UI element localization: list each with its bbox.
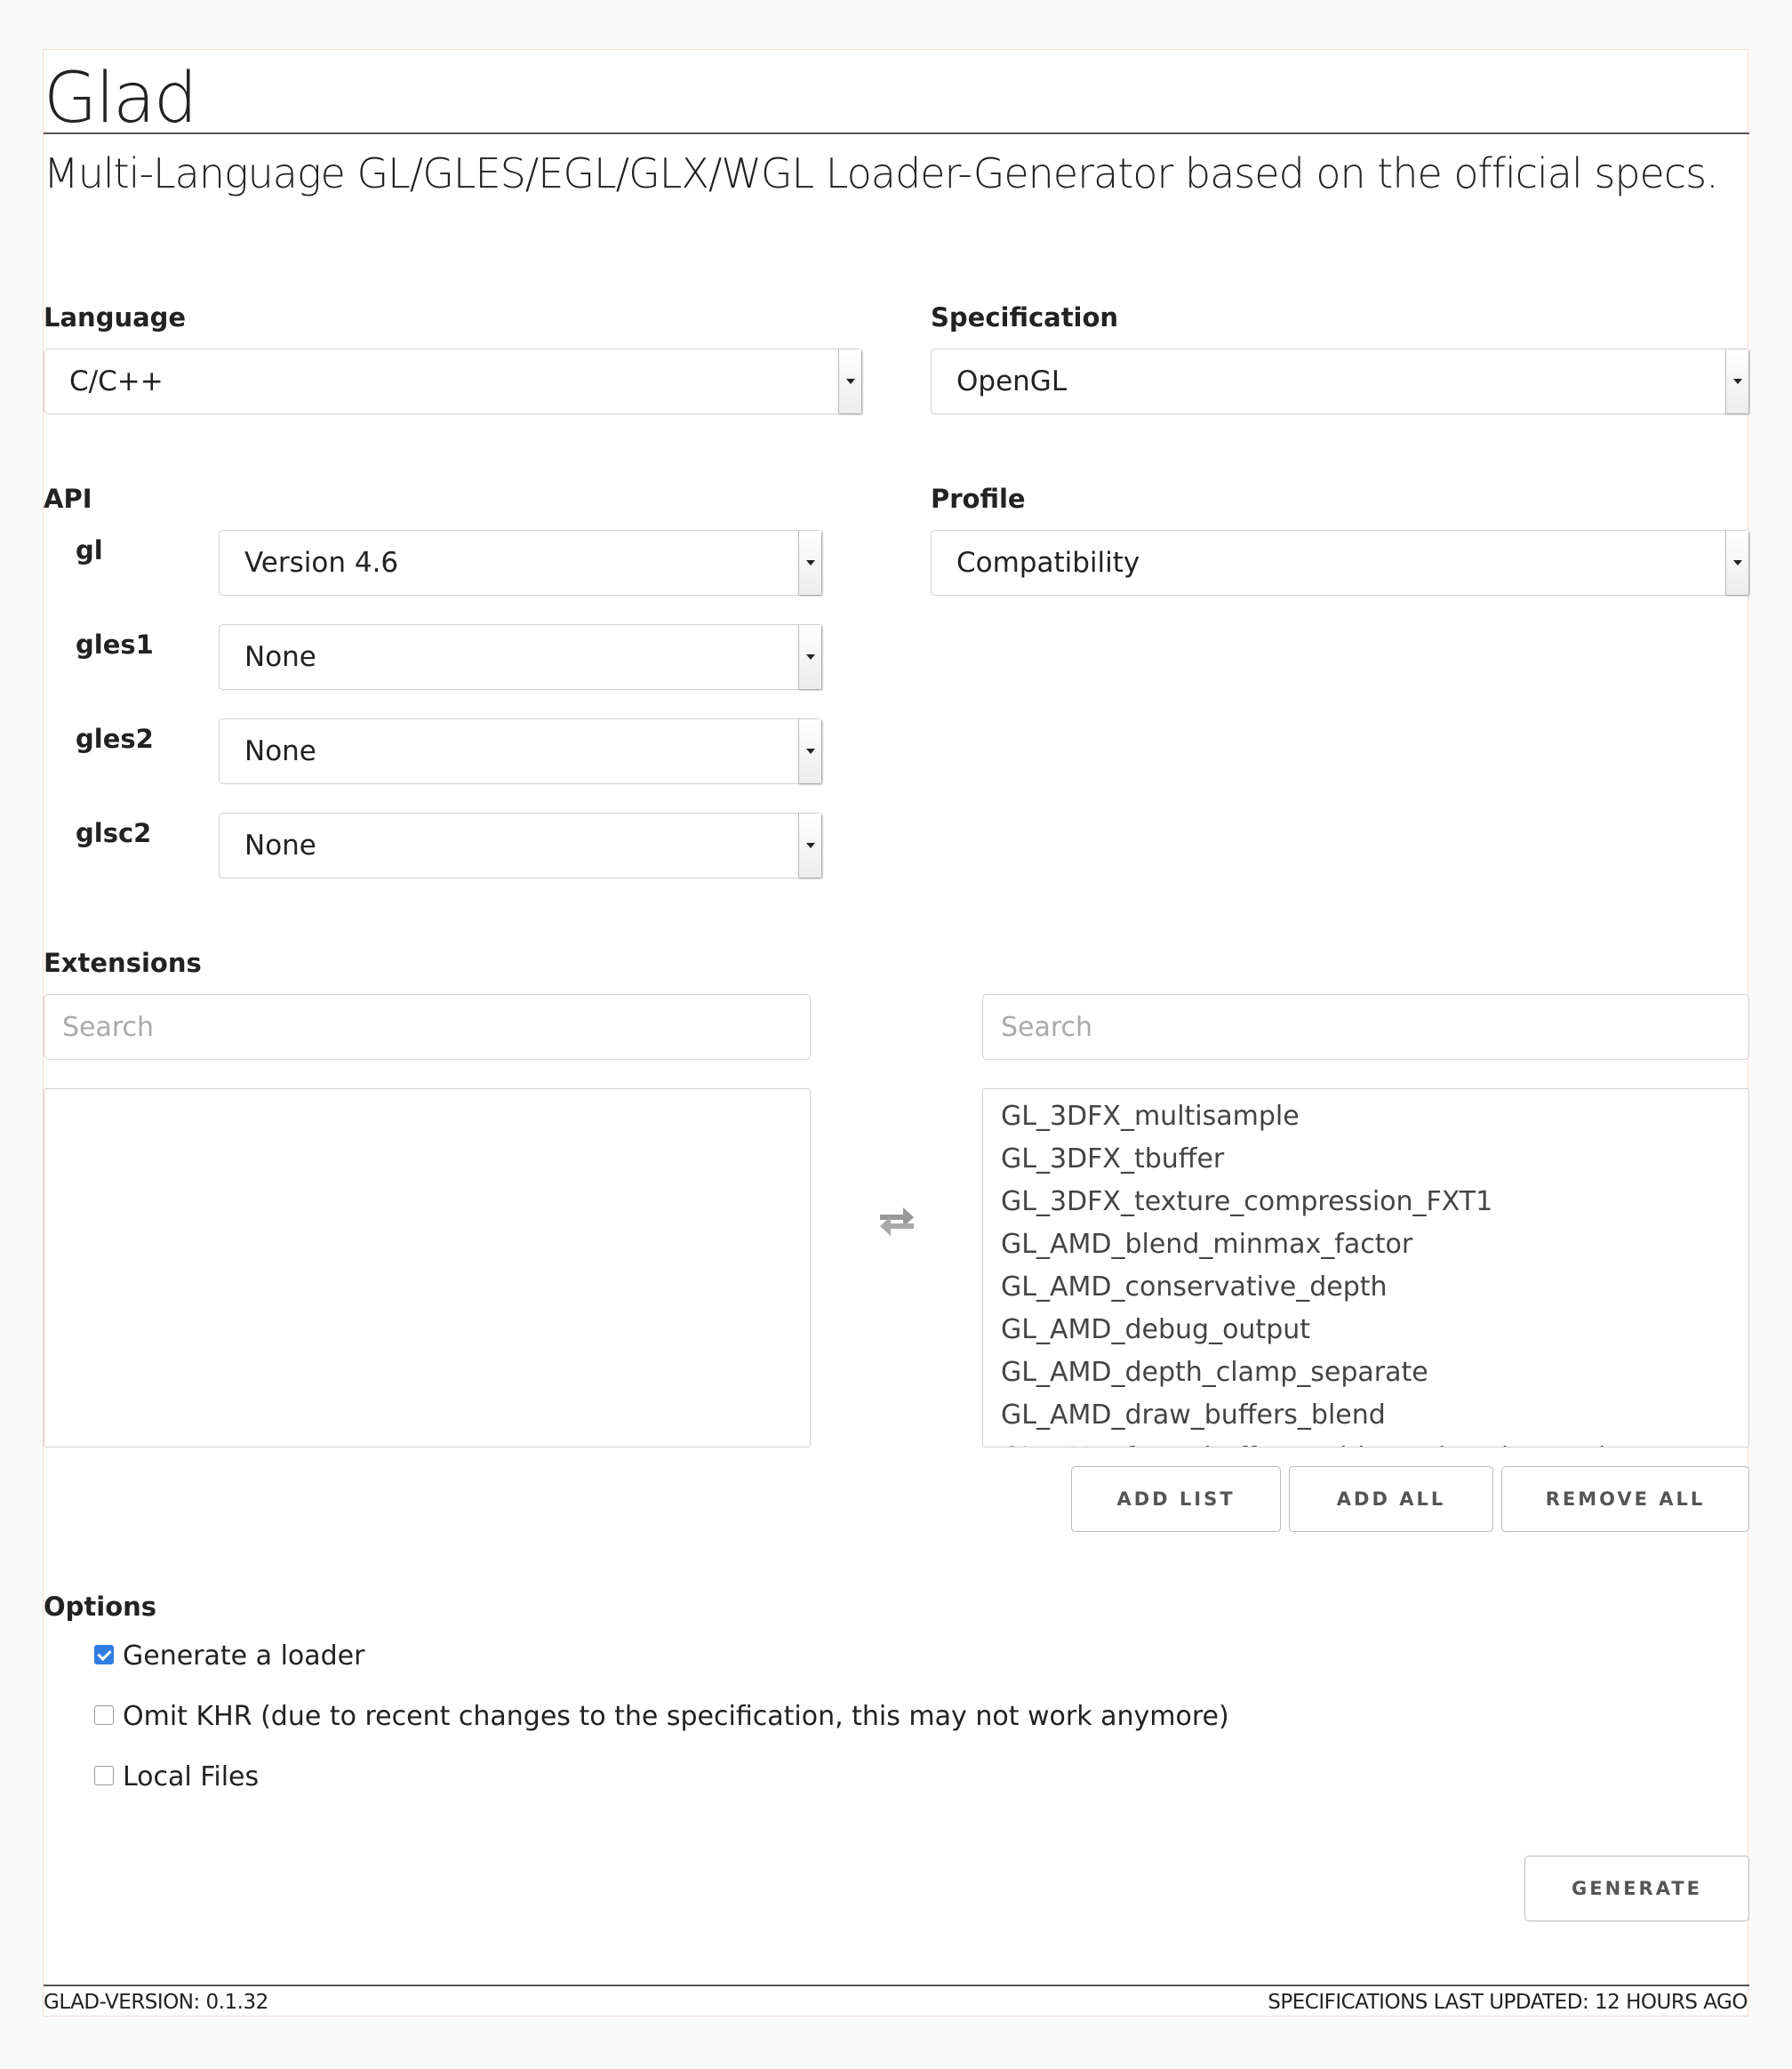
chevron-down-icon bbox=[798, 814, 821, 878]
chevron-down-icon bbox=[1725, 349, 1748, 413]
available-extensions-search-input[interactable] bbox=[982, 994, 1749, 1060]
option-omit-khr[interactable]: Omit KHR (due to recent changes to the s… bbox=[94, 1701, 1229, 1732]
api-glsc2-select-value: None bbox=[244, 830, 316, 862]
api-gl-select-value: Version 4.6 bbox=[244, 547, 399, 579]
language-select-value: C/C++ bbox=[69, 365, 164, 397]
profile-select-value: Compatibility bbox=[956, 547, 1140, 579]
profile-select[interactable]: Compatibility bbox=[931, 530, 1749, 596]
list-item[interactable]: GL_AMD_debug_output bbox=[983, 1309, 1748, 1351]
footer-divider bbox=[44, 1985, 1749, 1986]
chevron-down-icon bbox=[798, 625, 821, 689]
available-extensions-list[interactable]: GL_3DFX_multisample GL_3DFX_tbuffer GL_3… bbox=[982, 1088, 1749, 1447]
option-generate-loader[interactable]: Generate a loader bbox=[94, 1640, 364, 1672]
page-tagline: Multi-Language GL/GLES/EGL/GLX/WGL Loade… bbox=[44, 149, 1719, 197]
list-item[interactable]: GL_AMD_draw_buffers_blend bbox=[983, 1394, 1748, 1437]
page-title: Glad bbox=[44, 59, 197, 139]
api-name-gles2: gles2 bbox=[76, 724, 154, 754]
option-label: Local Files bbox=[123, 1761, 260, 1792]
glad-version: GLAD-VERSION: 0.1.32 bbox=[44, 1991, 268, 2014]
list-item[interactable]: GL_3DFX_tbuffer bbox=[983, 1138, 1748, 1181]
generate-button[interactable]: GENERATE bbox=[1524, 1856, 1749, 1921]
options-label: Options bbox=[44, 1592, 157, 1622]
language-label: Language bbox=[44, 302, 187, 333]
api-gles1-select-value: None bbox=[244, 641, 316, 673]
option-label: Generate a loader bbox=[123, 1640, 365, 1672]
glad-page: Glad Multi-Language GL/GLES/EGL/GLX/WGL … bbox=[43, 49, 1749, 2017]
exchange-arrows-icon[interactable] bbox=[876, 1202, 917, 1236]
api-gles2-select-value: None bbox=[244, 735, 316, 767]
api-gl-select[interactable]: Version 4.6 bbox=[219, 530, 822, 596]
chevron-down-icon bbox=[798, 531, 821, 595]
title-divider bbox=[44, 132, 1749, 134]
api-name-gl: gl bbox=[76, 535, 103, 565]
list-item[interactable]: GL_AMD_blend_minmax_factor bbox=[983, 1223, 1748, 1266]
api-label: API bbox=[44, 484, 92, 514]
option-local-files[interactable]: Local Files bbox=[94, 1761, 259, 1792]
api-name-glsc2: glsc2 bbox=[76, 818, 152, 848]
checkbox-unchecked[interactable] bbox=[94, 1704, 114, 1725]
list-item[interactable]: GL_AMD_depth_clamp_separate bbox=[983, 1351, 1748, 1394]
chevron-down-icon bbox=[1725, 531, 1748, 595]
option-label: Omit KHR (due to recent changes to the s… bbox=[123, 1701, 1229, 1732]
selected-extensions-list[interactable] bbox=[44, 1088, 811, 1447]
specification-select-value: OpenGL bbox=[956, 365, 1068, 397]
checkbox-unchecked[interactable] bbox=[94, 1765, 114, 1785]
chevron-down-icon bbox=[838, 349, 861, 413]
api-name-gles1: gles1 bbox=[76, 630, 154, 660]
checkbox-checked[interactable] bbox=[94, 1644, 114, 1664]
profile-label: Profile bbox=[931, 484, 1026, 514]
specification-select[interactable]: OpenGL bbox=[931, 349, 1749, 414]
specifications-updated: SPECIFICATIONS LAST UPDATED: 12 HOURS AG… bbox=[1268, 1991, 1748, 2014]
list-item[interactable]: GL_AMD_conservative_depth bbox=[983, 1266, 1748, 1309]
list-item[interactable]: GL_3DFX_multisample bbox=[983, 1095, 1748, 1138]
language-select[interactable]: C/C++ bbox=[44, 349, 862, 414]
add-all-button[interactable]: ADD ALL bbox=[1289, 1466, 1493, 1532]
remove-all-button[interactable]: REMOVE ALL bbox=[1501, 1466, 1749, 1532]
specification-label: Specification bbox=[931, 302, 1119, 333]
list-item[interactable]: GL_3DFX_texture_compression_FXT1 bbox=[983, 1181, 1748, 1223]
extensions-label: Extensions bbox=[44, 948, 202, 978]
list-item[interactable]: GL_AMD_framebuffer_multisample_advanced bbox=[983, 1437, 1748, 1447]
api-gles1-select[interactable]: None bbox=[219, 624, 822, 690]
selected-extensions-search-input[interactable] bbox=[44, 994, 811, 1060]
add-list-button[interactable]: ADD LIST bbox=[1071, 1466, 1281, 1532]
api-glsc2-select[interactable]: None bbox=[219, 813, 822, 878]
chevron-down-icon bbox=[798, 719, 821, 783]
api-gles2-select[interactable]: None bbox=[219, 718, 822, 784]
